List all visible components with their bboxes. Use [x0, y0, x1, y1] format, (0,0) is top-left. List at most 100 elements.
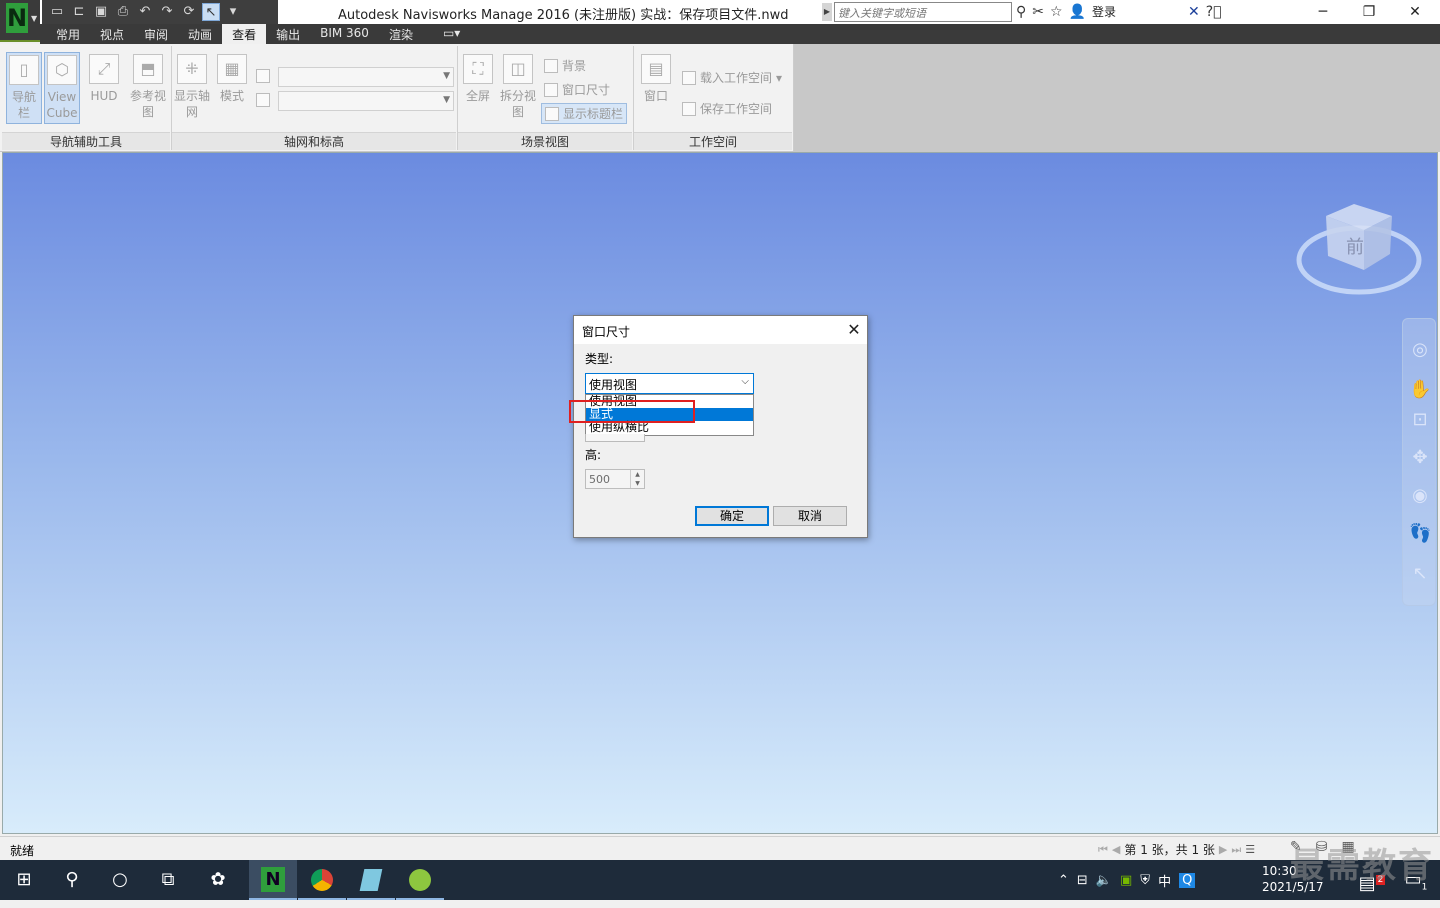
- prev-sheet-icon[interactable]: ◀: [1112, 843, 1120, 856]
- select-cursor-icon[interactable]: ↖: [202, 3, 220, 21]
- ribbon-minimize-icon[interactable]: ▭▾: [423, 24, 470, 44]
- restore-icon[interactable]: ❐: [1346, 0, 1392, 24]
- viewcube[interactable]: 前: [1296, 198, 1422, 298]
- tab-home[interactable]: 常用: [46, 24, 90, 44]
- search-icon[interactable]: ⚲: [48, 860, 96, 900]
- security-shield-icon[interactable]: ⛨: [1140, 873, 1150, 888]
- navisworks-logo-icon: N: [6, 3, 28, 33]
- nvidia-icon[interactable]: ▣: [1120, 873, 1132, 888]
- subscription-icon[interactable]: ✂: [1032, 4, 1044, 20]
- steering-wheel-icon[interactable]: ◎: [1409, 339, 1431, 361]
- last-sheet-icon[interactable]: ⏭: [1231, 843, 1241, 857]
- close-icon[interactable]: ✕: [844, 320, 864, 340]
- open-file-icon[interactable]: ⊏: [70, 3, 88, 21]
- exchange-icon[interactable]: ✕: [1188, 4, 1200, 20]
- star-icon[interactable]: ☆: [1050, 4, 1063, 20]
- redo-icon[interactable]: ↷: [158, 3, 176, 21]
- minimize-icon[interactable]: ─: [1300, 0, 1346, 24]
- grid-level-select[interactable]: ▼: [278, 91, 454, 111]
- save-workspace-button[interactable]: 保存工作空间: [682, 100, 772, 117]
- print-icon[interactable]: ⎙: [114, 3, 132, 21]
- qq-icon[interactable]: Q: [1179, 872, 1196, 888]
- green-ball-app-icon[interactable]: [396, 860, 444, 900]
- fullscreen-icon: ⛶: [463, 54, 493, 84]
- tab-review[interactable]: 审阅: [134, 24, 178, 44]
- walk-icon[interactable]: 👣: [1409, 523, 1431, 545]
- refresh-icon[interactable]: ⟳: [180, 3, 198, 21]
- fan-app-icon[interactable]: ✿: [194, 860, 242, 900]
- tab-output[interactable]: 输出: [266, 24, 310, 44]
- login-button[interactable]: 登录: [1092, 3, 1116, 20]
- binoculars-icon[interactable]: ⚲: [1016, 4, 1026, 20]
- save-icon[interactable]: ▣: [92, 3, 110, 21]
- grid-color-icon[interactable]: [256, 93, 270, 107]
- ok-button[interactable]: 确定: [695, 506, 769, 526]
- viewcube-button[interactable]: ⬡ View Cube: [44, 52, 80, 124]
- grid-model-select[interactable]: ▼: [278, 67, 454, 87]
- window-title: Autodesk Navisworks Manage 2016 (未注册版) 实…: [338, 8, 789, 23]
- annotation-highlight-box: [569, 400, 695, 423]
- chevron-up-icon[interactable]: ⌃: [1058, 873, 1069, 888]
- volume-icon[interactable]: 🔈: [1096, 873, 1112, 888]
- tab-viewpoint[interactable]: 视点: [90, 24, 134, 44]
- viewcube-face-label: 前: [1346, 237, 1364, 258]
- windows-start-icon[interactable]: ⊞: [0, 860, 48, 900]
- application-menu-button[interactable]: N ▼: [0, 0, 40, 42]
- first-sheet-icon[interactable]: ⏮: [1098, 843, 1108, 857]
- load-workspace-button[interactable]: 载入工作空间 ▾: [682, 69, 782, 86]
- hud-button[interactable]: ⤢ HUD: [86, 52, 122, 104]
- cancel-button[interactable]: 取消: [773, 506, 847, 526]
- quick-access-toolbar: ▭ ⊏ ▣ ⎙ ↶ ↷ ⟳ ↖ ▾: [42, 0, 278, 24]
- undo-icon[interactable]: ↶: [136, 3, 154, 21]
- grid-file-icon[interactable]: [256, 69, 270, 83]
- reference-view-button[interactable]: ⬒ 参考视图: [130, 52, 166, 120]
- chrome-icon[interactable]: [298, 860, 346, 900]
- zoom-window-icon[interactable]: ⊡: [1409, 409, 1431, 431]
- type-select[interactable]: 使用视图 ⌵: [585, 373, 754, 394]
- network-icon[interactable]: ⊟: [1077, 873, 1088, 888]
- window-size-dialog: 窗口尺寸 ✕ 类型: 使用视图 ⌵ 使用视图 显式 使用纵横比 高: 500 ▲…: [573, 315, 868, 538]
- hud-icon: ⤢: [89, 54, 119, 84]
- help-icon[interactable]: ?⃝: [1206, 4, 1222, 20]
- window-size-button[interactable]: 窗口尺寸: [544, 81, 610, 98]
- new-file-icon[interactable]: ▭: [48, 3, 66, 21]
- spinner-arrows-icon[interactable]: ▲ ▼: [630, 470, 644, 488]
- sheet-navigator: ⏮ ◀ 第 1 张，共 1 张 ▶ ⏭ ☰: [1098, 841, 1255, 858]
- orbit-icon[interactable]: ✥: [1409, 447, 1431, 469]
- split-view-button[interactable]: ◫ 拆分视图: [500, 52, 536, 120]
- pan-hand-icon[interactable]: ✋: [1409, 379, 1431, 401]
- watermark-logo: 最需教育: [1290, 846, 1434, 886]
- background-button[interactable]: 背景: [544, 57, 586, 74]
- windows-button[interactable]: ▤ 窗口: [638, 52, 674, 104]
- tab-animation[interactable]: 动画: [178, 24, 222, 44]
- notes-app-icon[interactable]: [347, 860, 395, 900]
- height-input[interactable]: 500 ▲ ▼: [585, 469, 645, 489]
- task-view-icon[interactable]: ⧉: [144, 860, 192, 900]
- select-cursor-icon[interactable]: ↖: [1409, 563, 1431, 585]
- ribbon-tab-bar: 常用 视点 审阅 动画 查看 输出 BIM 360 渲染 ▭▾: [40, 24, 1440, 44]
- cortana-icon[interactable]: ○: [96, 860, 144, 900]
- show-titlebar-button[interactable]: 显示标题栏: [541, 103, 628, 124]
- close-icon[interactable]: ✕: [1392, 0, 1438, 24]
- sheet-list-icon[interactable]: ☰: [1245, 843, 1255, 856]
- fullscreen-button[interactable]: ⛶ 全屏: [460, 52, 496, 104]
- ime-indicator[interactable]: 中: [1158, 871, 1171, 890]
- dialog-title: 窗口尺寸: [582, 325, 631, 339]
- look-icon[interactable]: ◉: [1409, 485, 1431, 507]
- tab-view[interactable]: 查看: [222, 24, 267, 44]
- panel-label-grids[interactable]: 轴网和标高: [172, 132, 456, 150]
- search-input[interactable]: 键入关键字或短语: [834, 2, 1012, 22]
- tab-render[interactable]: 渲染: [379, 24, 423, 44]
- tab-bim360[interactable]: BIM 360: [310, 24, 379, 44]
- grid-mode-button[interactable]: ▦ 模式: [214, 52, 250, 104]
- show-grid-button[interactable]: ⁜ 显示轴网: [174, 52, 210, 120]
- customize-dropdown-icon[interactable]: ▾: [224, 3, 242, 21]
- load-workspace-icon: [682, 70, 696, 85]
- user-icon[interactable]: 👤: [1069, 4, 1086, 20]
- nav-bar-button[interactable]: ▯ 导航栏: [6, 52, 42, 124]
- reference-view-icon: ⬒: [133, 54, 163, 84]
- search-expand-icon[interactable]: ▶: [822, 3, 832, 21]
- navisworks-taskbar-icon[interactable]: N: [249, 860, 297, 900]
- width-input[interactable]: [585, 434, 645, 442]
- next-sheet-icon[interactable]: ▶: [1219, 843, 1227, 856]
